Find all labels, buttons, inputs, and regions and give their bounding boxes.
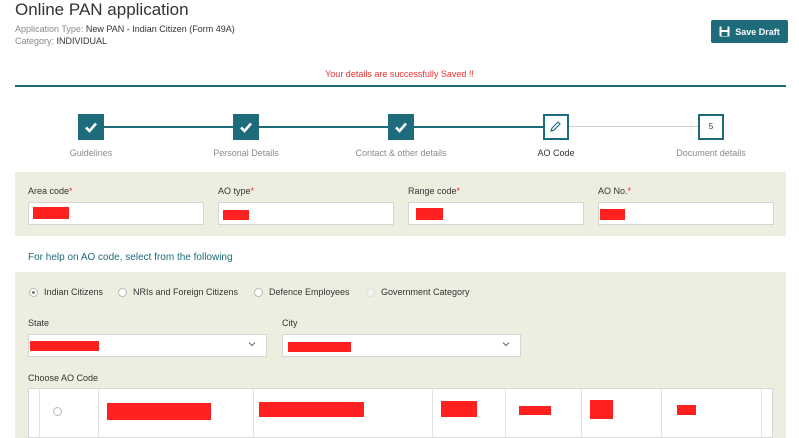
step-4-ao-code[interactable]: [543, 114, 569, 140]
radio-button[interactable]: [254, 287, 263, 297]
redacted-cell: [677, 405, 696, 415]
state-label: State: [28, 318, 50, 328]
ao-no-input[interactable]: [598, 202, 774, 225]
radio-defence-employees[interactable]: Defence Employees: [254, 286, 350, 298]
step-5-document-details[interactable]: 5: [698, 114, 724, 140]
save-draft-label: Save Draft: [735, 26, 780, 37]
divider: [15, 85, 786, 87]
stepper-line-completed: [91, 126, 556, 128]
radio-button[interactable]: [29, 287, 38, 297]
column-divider: [581, 389, 582, 437]
radio-indian-citizens[interactable]: Indian Citizens: [29, 286, 103, 298]
ao-type-input[interactable]: [218, 202, 394, 225]
column-divider: [253, 389, 254, 437]
save-draft-button[interactable]: Save Draft: [711, 20, 788, 43]
check-icon: [85, 122, 97, 133]
application-type: Application Type: New PAN - Indian Citiz…: [15, 24, 235, 34]
step-label-document-details: Document details: [676, 148, 746, 158]
ao-help-text: For help on AO code, select from the fol…: [28, 252, 233, 263]
step-label-guidelines: Guidelines: [69, 148, 113, 158]
ao-code-table: [28, 388, 773, 438]
progress-stepper: 5 Guidelines Personal Details Contact & …: [15, 105, 786, 165]
ao-no-label: AO No.*: [598, 186, 632, 196]
step-3-contact-details[interactable]: [388, 114, 414, 140]
column-divider: [432, 389, 433, 437]
range-code-label: Range code*: [408, 186, 461, 196]
column-divider: [661, 389, 662, 437]
category-value: INDIVIDUAL: [56, 36, 108, 46]
row-radio-button[interactable]: [53, 407, 62, 416]
application-type-label: Application Type:: [15, 24, 86, 34]
ao-type-label: AO type*: [218, 186, 255, 196]
radio-label: Indian Citizens: [44, 287, 104, 297]
redacted-value: [223, 210, 249, 220]
save-icon: [719, 26, 730, 37]
column-divider: [761, 389, 762, 437]
redacted-cell: [590, 400, 613, 419]
area-code-input[interactable]: [28, 202, 204, 225]
redacted-cell: [441, 401, 477, 417]
category: Category: INDIVIDUAL: [15, 36, 107, 46]
redacted-cell: [259, 402, 364, 417]
radio-government-category: Government Category: [366, 286, 470, 298]
redacted-value: [288, 342, 351, 352]
pencil-icon: [550, 121, 561, 132]
radio-label: Government Category: [381, 287, 470, 297]
city-select[interactable]: [282, 334, 521, 357]
page-header: Online PAN application Application Type:…: [15, 0, 785, 60]
radio-button: [366, 287, 375, 297]
step-2-personal-details[interactable]: [233, 114, 259, 140]
redacted-cell: [107, 403, 211, 420]
check-icon: [240, 122, 252, 133]
column-divider: [39, 389, 40, 437]
redacted-value: [600, 209, 625, 220]
stepper-line-pending: [556, 126, 711, 127]
redacted-value: [416, 208, 443, 220]
area-code-label: Area code*: [28, 186, 73, 196]
radio-label: Defence Employees: [269, 287, 350, 297]
success-message: Your details are successfully Saved !!: [325, 69, 474, 79]
check-icon: [395, 122, 407, 133]
column-divider: [98, 389, 99, 437]
chevron-down-icon: [248, 342, 256, 347]
category-label: Category:: [15, 36, 57, 46]
choose-ao-code-label: Choose AO Code: [28, 373, 99, 383]
page-title: Online PAN application: [15, 0, 189, 19]
redacted-value: [30, 341, 99, 351]
application-type-value: New PAN - Indian Citizen (Form 49A): [85, 24, 235, 34]
radio-label: NRIs and Foreign Citizens: [133, 287, 239, 297]
redacted-cell: [519, 406, 551, 415]
redacted-value: [33, 207, 69, 219]
range-code-input[interactable]: [408, 202, 584, 225]
radio-button[interactable]: [118, 287, 127, 297]
chevron-down-icon: [502, 342, 510, 347]
step-label-contact-details: Contact & other details: [355, 148, 447, 158]
step-number: 5: [708, 122, 714, 131]
step-label-ao-code: AO Code: [537, 148, 575, 158]
city-label: City: [282, 318, 298, 328]
column-divider: [505, 389, 506, 437]
step-1-guidelines[interactable]: [78, 114, 104, 140]
step-label-personal-details: Personal Details: [213, 148, 279, 158]
radio-nris-foreign-citizens[interactable]: NRIs and Foreign Citizens: [118, 286, 238, 298]
state-select[interactable]: [28, 334, 267, 357]
